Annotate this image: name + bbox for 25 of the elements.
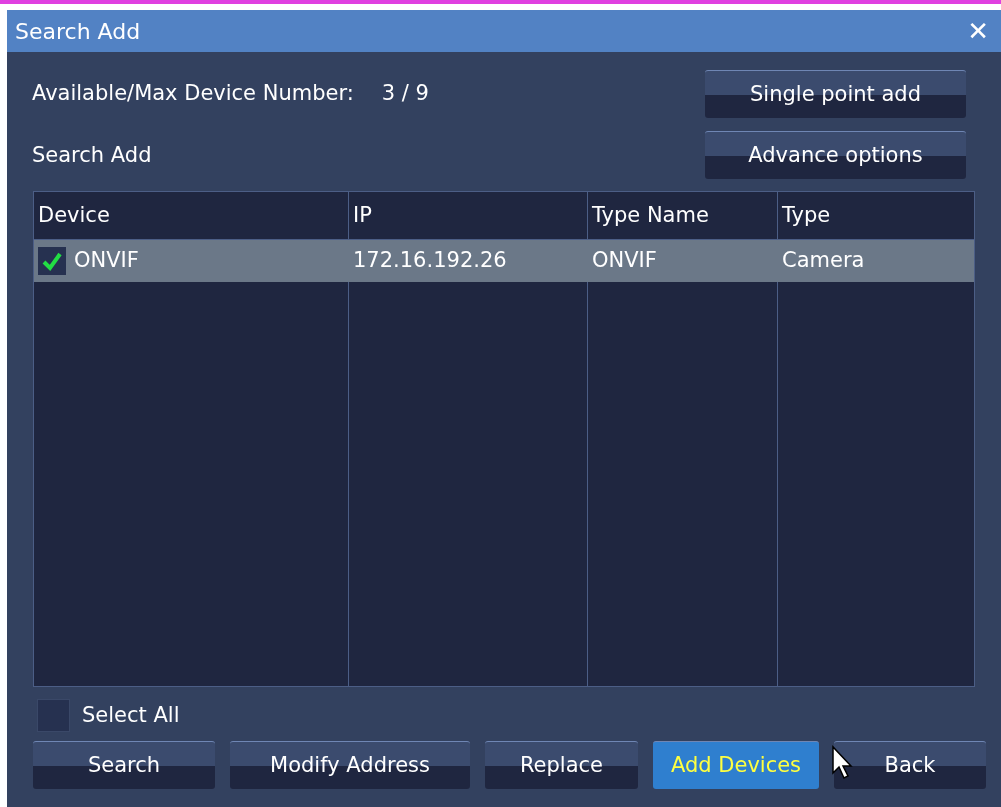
window-title: Search Add xyxy=(15,17,141,46)
close-button[interactable]: ✕ xyxy=(963,18,993,44)
table-cell-text: 172.16.192.26 xyxy=(353,247,507,275)
column-header[interactable]: Type Name xyxy=(588,192,778,239)
device-count-value: 3 / 9 xyxy=(381,80,429,107)
column-header[interactable]: IP xyxy=(349,192,588,239)
select-all-label: Select All xyxy=(82,701,180,729)
column-header[interactable]: Type xyxy=(778,192,974,239)
column-header[interactable]: Device xyxy=(34,192,349,239)
device-count-label: Available/Max Device Number: xyxy=(32,80,354,107)
table-row[interactable]: ONVIF 172.16.192.26 ONVIF Camera xyxy=(34,240,974,282)
action-button[interactable]: Search xyxy=(33,741,215,789)
select-all-checkbox[interactable] xyxy=(37,699,70,732)
section-label: Search Add xyxy=(32,141,153,169)
action-button[interactable]: Back xyxy=(834,741,986,789)
action-button[interactable]: Replace xyxy=(485,741,638,789)
row-checkbox[interactable] xyxy=(38,247,66,275)
table-cell-text: ONVIF xyxy=(74,247,139,275)
toolbar-button[interactable]: Advance options xyxy=(705,131,966,179)
action-button[interactable]: Modify Address xyxy=(230,741,470,789)
action-button[interactable]: Add Devices xyxy=(653,741,819,789)
table-cell-text: ONVIF xyxy=(592,247,657,275)
table-cell-text: Camera xyxy=(782,247,865,275)
toolbar-button[interactable]: Single point add xyxy=(705,70,966,118)
cursor-icon xyxy=(831,745,855,781)
